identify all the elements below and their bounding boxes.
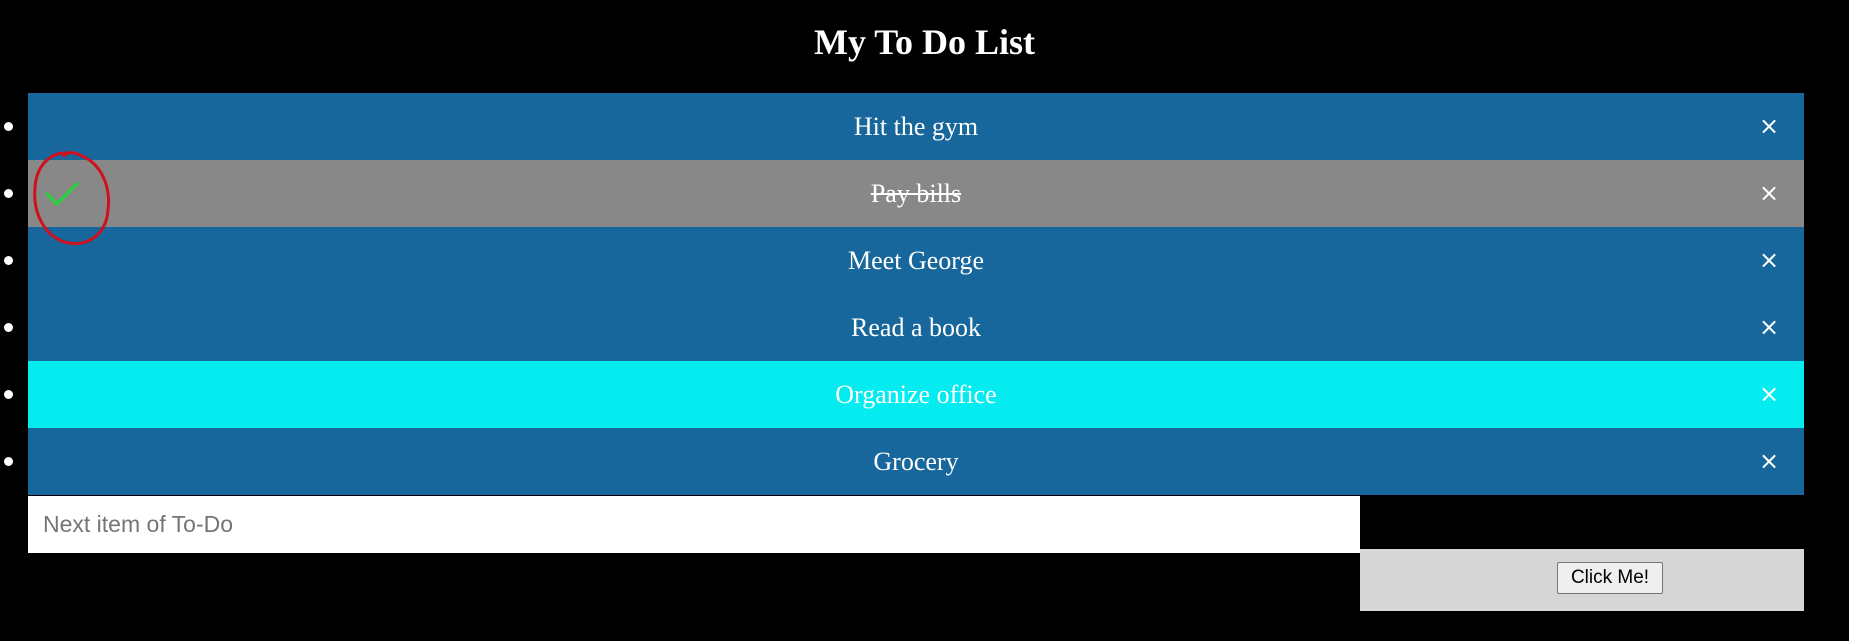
todo-item-label: Read a book <box>851 313 981 342</box>
bullet-icon <box>4 390 13 399</box>
todo-item-label: Organize office <box>835 380 997 409</box>
bullet-icon <box>4 457 13 466</box>
todo-item[interactable]: Read a book × <box>4 294 1804 361</box>
todo-list: Hit the gym × Pay bills × Meet George × … <box>4 93 1804 495</box>
todo-item-checked[interactable]: Pay bills × <box>4 160 1804 227</box>
page-title: My To Do List <box>813 22 1036 62</box>
bullet-icon <box>4 256 13 265</box>
close-icon[interactable]: × <box>1754 93 1784 160</box>
close-icon[interactable]: × <box>1754 227 1784 294</box>
bullet-icon <box>4 122 13 131</box>
add-button[interactable]: Click Me! <box>1557 562 1663 594</box>
todo-item-hovered[interactable]: Organize office × <box>4 361 1804 428</box>
todo-input[interactable] <box>28 496 1360 553</box>
todo-item-label: Pay bills <box>870 179 962 208</box>
close-icon[interactable]: × <box>1754 361 1784 428</box>
add-todo-form: Click Me! <box>28 496 1804 612</box>
bullet-icon <box>4 189 13 198</box>
close-icon[interactable]: × <box>1754 294 1784 361</box>
check-icon <box>45 182 79 206</box>
close-icon[interactable]: × <box>1754 160 1784 227</box>
todo-item-label: Meet George <box>848 246 984 275</box>
close-icon[interactable]: × <box>1754 428 1784 495</box>
todo-item[interactable]: Meet George × <box>4 227 1804 294</box>
todo-item[interactable]: Hit the gym × <box>4 93 1804 160</box>
todo-item[interactable]: Grocery × <box>4 428 1804 495</box>
todo-item-label: Hit the gym <box>853 112 979 141</box>
todo-item-label: Grocery <box>873 447 959 476</box>
add-button-area: Click Me! <box>1360 549 1804 611</box>
bullet-icon <box>4 323 13 332</box>
